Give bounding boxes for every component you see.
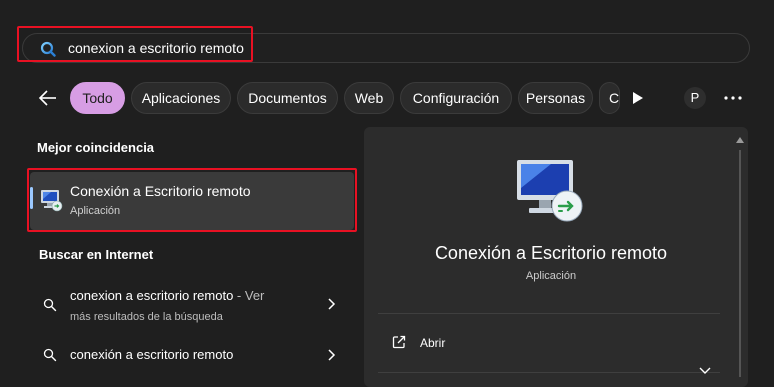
scrollbar[interactable]: [739, 150, 741, 377]
avatar[interactable]: P: [684, 87, 706, 109]
detail-title: Conexión a Escritorio remoto: [434, 243, 668, 263]
divider: [378, 313, 720, 314]
best-match-heading: Mejor coincidencia: [37, 140, 155, 155]
search-highlight-box: [17, 26, 253, 62]
open-action-button[interactable]: Abrir: [420, 336, 445, 350]
back-arrow-icon[interactable]: [37, 87, 59, 109]
web-result-1-suffix: - Ver: [233, 288, 265, 303]
web-result-2-text: conexión a escritorio remoto: [70, 347, 234, 362]
detail-subtitle: Aplicación: [525, 270, 577, 282]
tab-personas[interactable]: Personas: [518, 82, 593, 114]
tab-configuracion[interactable]: Configuración: [400, 82, 512, 114]
tab-documentos[interactable]: Documentos: [237, 82, 338, 114]
tab-aplicaciones[interactable]: Aplicaciones: [131, 82, 231, 114]
tab-truncated[interactable]: C: [599, 82, 620, 114]
web-result-1-query: conexion a escritorio remoto: [70, 288, 234, 303]
tab-web[interactable]: Web: [344, 82, 394, 114]
play-icon[interactable]: [631, 90, 645, 106]
chevron-right-icon: [328, 298, 336, 310]
web-result-1-line2: más resultados de la búsqueda: [70, 311, 223, 323]
chevron-right-icon: [328, 349, 336, 361]
best-match-highlight-box: [27, 168, 357, 232]
divider: [378, 372, 720, 373]
scroll-up-arrow-icon[interactable]: [735, 136, 745, 144]
tab-todo[interactable]: Todo: [70, 82, 125, 114]
web-search-heading: Buscar en Internet: [39, 247, 154, 262]
web-result-1-text: conexion a escritorio remoto - Ver más r…: [70, 286, 300, 327]
search-icon: [43, 348, 57, 362]
open-external-icon: [392, 335, 406, 349]
more-options-icon[interactable]: [724, 96, 742, 100]
search-icon: [43, 298, 57, 312]
chevron-down-icon[interactable]: [698, 366, 712, 376]
remote-desktop-icon: [517, 160, 583, 222]
